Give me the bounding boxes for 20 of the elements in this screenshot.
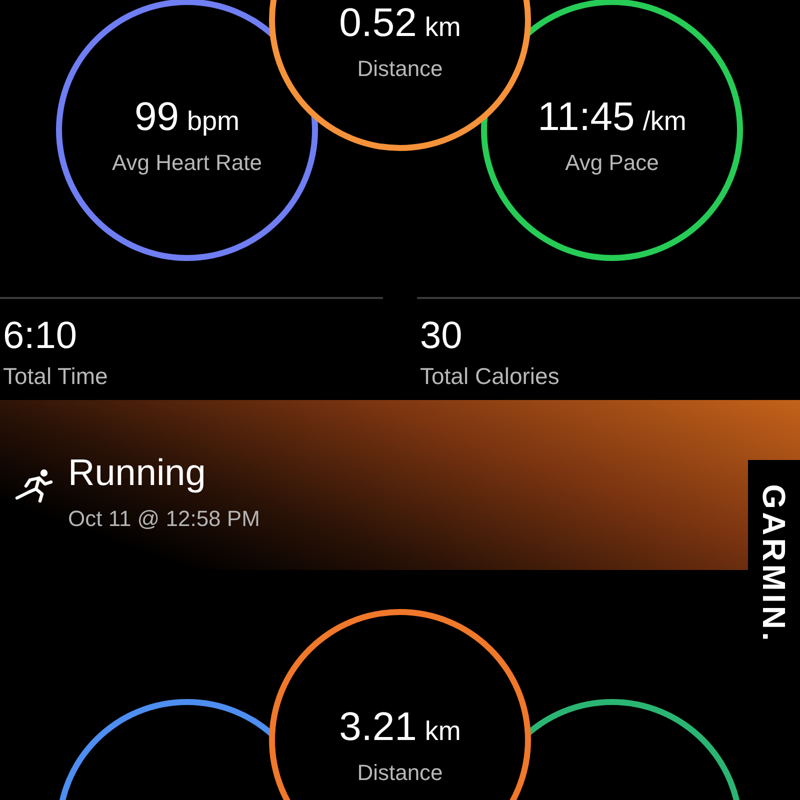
stat-value: 30 — [419, 315, 462, 357]
metric-value: 3.21 — [339, 704, 417, 750]
metric-label: Distance — [357, 758, 443, 786]
metric-label: Distance — [357, 54, 443, 82]
stat-value: 6:10 — [2, 315, 77, 357]
metric-unit: km — [424, 715, 461, 748]
runner-icon — [14, 468, 54, 504]
metric-value: 0.52 — [339, 0, 417, 46]
metric-unit: km — [424, 11, 461, 44]
activity-title: Running — [68, 451, 207, 495]
metric-unit: bpm — [186, 105, 240, 138]
metric-label: Avg Heart Rate — [112, 148, 262, 177]
activity-datetime: Oct 11 @ 12:58 PM — [68, 505, 260, 533]
metric-value: 11:45 — [538, 94, 635, 140]
metric-unit: /km — [642, 105, 686, 138]
stat-label: Total Calories — [419, 362, 560, 391]
stat-label: Total Time — [2, 362, 108, 391]
metric-label: Avg Pace — [565, 148, 659, 177]
metric-value: 99 — [134, 94, 179, 140]
brand-logo: GARMIN. — [757, 484, 791, 644]
